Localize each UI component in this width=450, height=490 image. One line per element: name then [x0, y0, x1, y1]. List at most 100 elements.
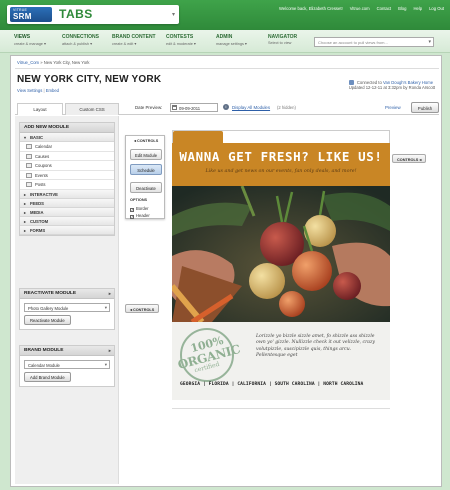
module-label: Coupons	[35, 163, 52, 169]
controls-label: ◂ CONTROLS	[134, 139, 159, 143]
add-module-box: ADD NEW MODULE ▾ BASIC Calendar Causes Co…	[19, 122, 115, 236]
tab-layout[interactable]: Layout	[17, 103, 63, 115]
border-checkbox[interactable]: ✓ Border	[130, 206, 149, 212]
beets-photo-illustration	[172, 186, 390, 322]
view-settings-link[interactable]: View Settings	[17, 88, 42, 93]
nav-contests[interactable]: CONTESTS edit & moderate ▾	[166, 34, 196, 46]
nav-brand-content[interactable]: BRAND CONTENT create & edit ▾	[112, 34, 156, 46]
reactivate-body: Photo Gallery Module ▾ Reactivate Module	[20, 299, 114, 329]
brand-select[interactable]: Calendar Module ▾	[24, 360, 110, 369]
options-label: OPTIONS	[130, 198, 148, 202]
vitrue-srm-logo: VITRUE SRM	[10, 7, 52, 22]
schedule-button[interactable]: Schedule	[130, 164, 162, 175]
editor-toolbar: Layout Custom CSS Date Preview: 09-09-20…	[15, 101, 439, 115]
preview-link[interactable]: Preview	[385, 105, 401, 110]
category-feeds[interactable]: ▸ FEEDS	[20, 198, 114, 208]
header-checkbox[interactable]: ✓ Header	[130, 213, 150, 219]
nav-label: ADMIN	[216, 34, 233, 40]
brand-header: BRAND MODULE ▸	[20, 346, 114, 356]
beets-photo	[172, 186, 390, 322]
publish-button[interactable]: Publish	[411, 102, 439, 113]
category-label: INTERACTIVE	[30, 191, 58, 197]
reactivate-module-button[interactable]: Reactivate Module	[24, 315, 71, 325]
top-bar: VITRUE SRM TABS ▾ Welcome back, Elizabet…	[0, 0, 450, 30]
account-select-placeholder: Choose an account to pull views from...	[318, 40, 388, 45]
app-logo-switcher[interactable]: VITRUE SRM TABS ▾	[7, 5, 179, 24]
account-select[interactable]: Choose an account to pull views from... …	[314, 37, 434, 47]
link-help[interactable]: Help	[413, 6, 422, 11]
module-controls-panel: ◂ CONTROLS Edit Module Schedule Deactiva…	[125, 135, 165, 219]
controls-tab-label: CONTROLS	[397, 158, 419, 162]
select-value: Photo Gallery Module	[28, 306, 69, 311]
category-media[interactable]: ▸ MEDIA	[20, 207, 114, 217]
breadcrumb-root[interactable]: Vitrue_Com	[17, 60, 39, 65]
module-posts[interactable]: Posts	[20, 180, 114, 190]
nav-admin[interactable]: ADMIN manage settings ▾	[216, 34, 247, 46]
embed-link[interactable]: Embed	[46, 88, 59, 93]
app-title: TABS	[59, 7, 93, 21]
updated-text: Updated 12-12-11 at 3:32pm by Ronda Arsc…	[348, 85, 435, 90]
triangle-right-icon: ▸	[108, 291, 111, 296]
module-body-text: Lorizzle yo bizzle sizzle amet, fo shizz…	[256, 334, 376, 358]
breadcrumb-current: New York City, New York	[43, 60, 90, 65]
link-vitrue[interactable]: Vitrue.com	[350, 6, 370, 11]
nav-label: CONTESTS	[166, 34, 194, 40]
module-banner[interactable]: WANNA GET FRESH? LIKE US! Like us and ge…	[172, 143, 390, 186]
category-label: FORMS	[30, 227, 46, 233]
category-basic[interactable]: ▾ BASIC	[20, 133, 114, 142]
breadcrumb-separator: »	[40, 60, 43, 65]
reactivate-module-box: REACTIVATE MODULE ▸ Photo Gallery Module ▾…	[19, 288, 115, 330]
tab-custom-css[interactable]: Custom CSS	[65, 103, 119, 115]
select-value: Calendar Module	[28, 363, 60, 368]
top-links: Welcome back, Elizabeth Cresset! Vitrue.…	[279, 6, 444, 11]
reactivate-select[interactable]: Photo Gallery Module ▾	[24, 303, 110, 312]
nav-label: NAVIGATOR	[268, 34, 298, 40]
module-label: Calendar	[35, 144, 52, 149]
date-preview-label: Date Preview:	[135, 105, 163, 110]
nav-connections[interactable]: CONNECTIONS attach & publish ▾	[62, 34, 99, 46]
breadcrumb: Vitrue_Com » New York City, New York	[17, 60, 90, 65]
caret-down-icon[interactable]: ▾	[172, 11, 175, 18]
divider	[172, 408, 390, 409]
category-label: BASIC	[30, 135, 44, 140]
category-forms[interactable]: ▸ FORMS	[20, 225, 114, 235]
organic-stamp: 100% ORGANIC certified	[176, 328, 242, 382]
edit-module-button[interactable]: Edit Module	[130, 149, 162, 160]
main-nav: VIEWS create & manage ▾ CONNECTIONS atta…	[0, 30, 450, 53]
brand-module-box: BRAND MODULE ▸ Calendar Module ▾ Add Brand…	[19, 345, 115, 387]
controls-tab-right[interactable]: CONTROLS ◂	[392, 154, 427, 163]
link-logout[interactable]: Log Out	[429, 6, 444, 11]
nav-views[interactable]: VIEWS create & manage ▾	[14, 34, 46, 46]
controls-tab-left[interactable]: ◂ CONTROLS	[125, 304, 160, 313]
module-label: Causes	[35, 153, 50, 159]
checkmark-icon: ✓	[130, 208, 134, 212]
date-preview-input[interactable]: 09-09-2011	[170, 103, 218, 112]
category-interactive[interactable]: ▸ INTERACTIVE	[20, 189, 114, 199]
nav-sublabel: create & edit ▾	[112, 42, 137, 46]
nav-sublabel: edit & moderate ▾	[166, 42, 196, 46]
display-all-modules-link[interactable]: Display All Modules	[232, 105, 270, 110]
controls-tab-label: CONTROLS	[132, 308, 155, 312]
category-label: FEEDS	[30, 200, 44, 206]
brand-text: SRM	[13, 12, 32, 21]
posts-icon	[26, 182, 32, 188]
module-events[interactable]: Events	[20, 170, 114, 181]
module-causes[interactable]: Causes	[20, 151, 114, 162]
module-coupons[interactable]: Coupons	[20, 161, 114, 171]
category-custom[interactable]: ▸ CUSTOM	[20, 216, 114, 226]
connection-info: Connected to Van Dough's Bakery Home Upd…	[348, 80, 435, 90]
nav-sublabel: manage settings ▾	[216, 42, 247, 46]
events-icon	[26, 172, 32, 178]
nav-navigator: NAVIGATOR Select to view	[268, 34, 297, 45]
info-icon: i	[223, 104, 229, 110]
link-contact[interactable]: Contact	[377, 6, 391, 11]
nav-label: VIEWS	[14, 34, 31, 40]
link-separator: |	[43, 88, 45, 93]
causes-icon	[26, 153, 32, 159]
link-blog[interactable]: Blog	[398, 6, 406, 11]
caret-down-icon: ▾	[428, 39, 431, 45]
deactivate-button[interactable]: Deactivate	[130, 182, 162, 193]
hidden-count: (2 hidden)	[277, 105, 296, 110]
add-brand-module-button[interactable]: Add Brand Module	[24, 372, 71, 382]
module-calendar[interactable]: Calendar	[20, 142, 114, 152]
